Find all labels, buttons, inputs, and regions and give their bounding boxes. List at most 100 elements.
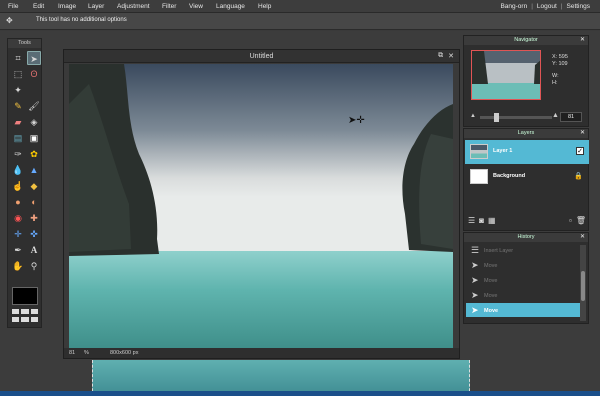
pattern-icon[interactable]: ✿ [27, 147, 41, 161]
w-label: W: [552, 73, 559, 79]
menu-filter[interactable]: Filter [162, 3, 176, 10]
navigator-thumbnail[interactable] [471, 50, 541, 100]
menu-adjustment[interactable]: Adjustment [117, 3, 150, 10]
history-label: Move [484, 293, 498, 299]
lock-icon: 🔒 [574, 173, 583, 180]
move-icon[interactable]: ➤ [27, 51, 41, 65]
navigator-coords: X: 595 Y: 109 W: H: [552, 54, 568, 87]
layer-name: Layer 1 [493, 148, 513, 154]
navigator-header: Navigator ✕ [464, 36, 588, 45]
separator: | [560, 3, 563, 10]
color-replace-icon[interactable]: ✑ [11, 147, 25, 161]
gradient-icon[interactable]: ▤ [11, 131, 25, 145]
empty-slot [27, 83, 41, 97]
zoom-icon[interactable]: ⚲ [27, 259, 41, 273]
mask-icon[interactable]: ◙ [479, 216, 484, 227]
history-item[interactable]: ➤ Move [466, 303, 580, 317]
zoom-readout[interactable]: 81 [69, 350, 75, 356]
brush-icon[interactable]: 🖌 [27, 99, 41, 113]
burn-icon[interactable]: ◐ [27, 195, 41, 209]
user-link[interactable]: Bang-orn [500, 3, 527, 10]
menu-help[interactable]: Help [258, 3, 271, 10]
menu-image[interactable]: Image [58, 3, 76, 10]
visibility-checkbox[interactable]: ✓ [576, 147, 584, 155]
h-label: H: [552, 80, 558, 86]
hand-icon[interactable]: ✋ [11, 259, 25, 273]
trash-icon[interactable]: 🗑 [576, 216, 586, 227]
pinch-icon[interactable]: ✜ [27, 227, 41, 241]
scroll-thumb[interactable] [581, 271, 585, 301]
layer-buttons: ☰ ◙ ▦ ▫ 🗑 [468, 216, 586, 227]
eraser-icon[interactable]: ▰ [11, 115, 25, 129]
menu-language[interactable]: Language [216, 3, 245, 10]
layer-row[interactable]: Background 🔒 [465, 165, 589, 189]
layers-panel: Layers ✕ Layer 1 ✓ Background 🔒 ☰ ◙ ▦ ▫ … [463, 128, 589, 231]
zoom-slider[interactable]: ▲ ▲ 81 [470, 112, 582, 122]
blur-icon[interactable]: 💧 [11, 163, 25, 177]
redeye-icon[interactable]: ◉ [11, 211, 25, 225]
sponge-icon[interactable]: ◆ [27, 179, 41, 193]
move-icon: ➤ [471, 260, 479, 270]
document-titlebar: Untitled ⧉ ✕ [64, 50, 459, 63]
color-swatch[interactable] [12, 287, 38, 305]
move-icon: ➤ [471, 305, 479, 315]
close-icon[interactable]: ✕ [448, 52, 454, 60]
history-label: Move [484, 308, 499, 314]
marquee-icon[interactable]: ⬚ [11, 67, 25, 81]
options-message: This tool has no additional options [36, 17, 127, 23]
zoom-out-icon[interactable]: ▲ [470, 113, 476, 119]
zoom-in-icon[interactable]: ▲ [552, 112, 559, 119]
smudge-icon[interactable]: ☝ [11, 179, 25, 193]
maximize-icon[interactable]: ⧉ [438, 52, 443, 60]
menu-bar: File Edit Image Layer Adjustment Filter … [0, 0, 600, 13]
history-item[interactable]: ➤ Move [466, 258, 580, 272]
text-icon[interactable]: A [27, 243, 41, 257]
layer-thumbnail [470, 144, 488, 159]
move-cursor-icon: ➤✛ [348, 115, 365, 126]
history-item[interactable]: ➤ Move [466, 273, 580, 287]
taskbar-strip [0, 391, 600, 396]
bloat-icon[interactable]: ✛ [11, 227, 25, 241]
zoom-percent[interactable]: 81 [560, 112, 582, 122]
document-title: Untitled [249, 53, 274, 60]
zoom-knob[interactable] [494, 113, 499, 122]
image-canvas[interactable] [69, 64, 453, 348]
layer-name: Background [493, 173, 526, 179]
close-icon[interactable]: ✕ [580, 36, 585, 45]
history-scrollbar[interactable] [580, 245, 586, 321]
tools-grid: ⌗ ➤ ⬚ ʘ ✦ ✎ 🖌 ▰ ◈ ▤ ▣ ✑ ✿ 💧 ▲ ☝ ◆ ● ◐ ◉ … [11, 51, 41, 273]
view-mode-icons[interactable] [12, 309, 38, 323]
dodge-icon[interactable]: ● [11, 195, 25, 209]
close-icon[interactable]: ✕ [580, 233, 585, 242]
stamp-icon[interactable]: ▣ [27, 131, 41, 145]
history-title: History [517, 234, 535, 240]
bucket-icon[interactable]: ◈ [27, 115, 41, 129]
settings-link[interactable]: Settings [567, 3, 591, 10]
crop-icon[interactable]: ⌗ [11, 51, 25, 65]
pencil-icon[interactable]: ✎ [11, 99, 25, 113]
tools-title: Tools [8, 39, 41, 48]
close-icon[interactable]: ✕ [580, 129, 585, 138]
tools-panel: Tools ⌗ ➤ ⬚ ʘ ✦ ✎ 🖌 ▰ ◈ ▤ ▣ ✑ ✿ 💧 ▲ ☝ ◆ … [7, 38, 42, 328]
history-item[interactable]: ☰ Insert Layer [466, 243, 580, 257]
layer-style-icon[interactable]: ▦ [488, 216, 496, 227]
picker-icon[interactable]: ✒ [11, 243, 25, 257]
menu-view[interactable]: View [189, 3, 203, 10]
zoom-track[interactable] [480, 116, 552, 119]
navigator-panel: Navigator ✕ X: 595 Y: 109 W: H: ▲ ▲ 81 [463, 35, 589, 127]
sharpen-icon[interactable]: ▲ [27, 163, 41, 177]
logout-link[interactable]: Logout [537, 3, 557, 10]
layer-settings-icon[interactable]: ☰ [468, 216, 475, 227]
history-item[interactable]: ➤ Move [466, 288, 580, 302]
spot-heal-icon[interactable]: ✚ [27, 211, 41, 225]
menu-edit[interactable]: Edit [33, 3, 44, 10]
lasso-icon[interactable]: ʘ [27, 67, 41, 81]
zoom-unit: % [84, 350, 89, 356]
menu-layer[interactable]: Layer [88, 3, 104, 10]
menu-file[interactable]: File [8, 3, 18, 10]
new-layer-icon[interactable]: ▫ [569, 216, 572, 227]
layer-icon: ☰ [471, 245, 480, 255]
wand-icon[interactable]: ✦ [11, 83, 25, 97]
layer-row[interactable]: Layer 1 ✓ [465, 140, 589, 164]
image-size: 800x600 px [110, 350, 139, 356]
